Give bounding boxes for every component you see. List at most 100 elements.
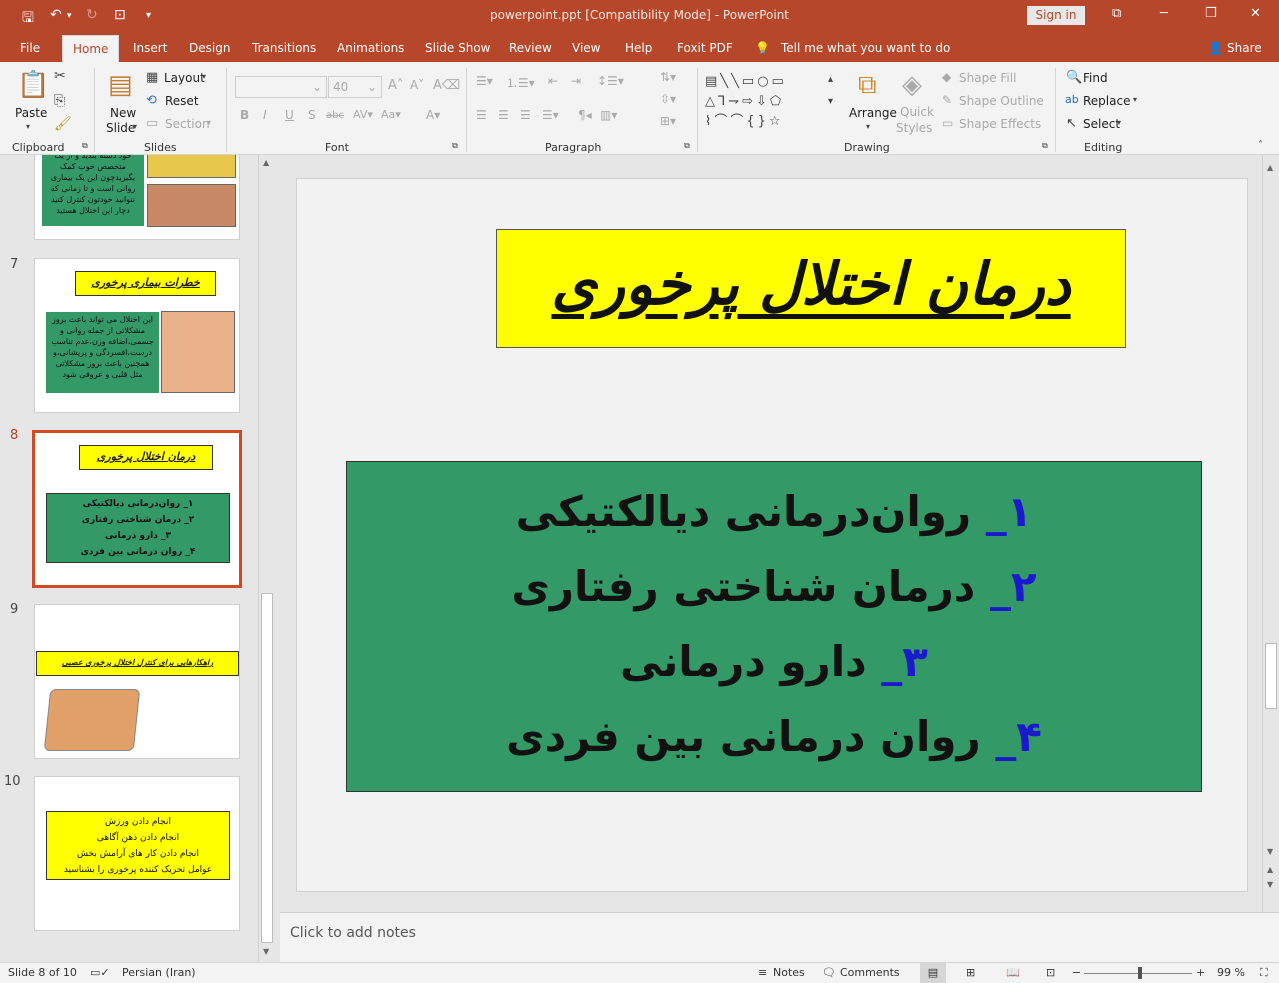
ribbon-display-options-icon[interactable]: ⧉ — [1112, 6, 1121, 21]
reset-button[interactable]: Reset — [165, 94, 199, 108]
scrollbar-thumb[interactable] — [1265, 643, 1277, 709]
shapes-gallery[interactable]: ▤╲╲▭○▭ △⅂⇁⇨⇩⬠ ⌇⌒⌒{}☆ — [705, 72, 845, 134]
thumbnail-list-item: ۲_ درمان شناختی رفتاری — [81, 515, 195, 525]
replace-button[interactable]: Replace — [1083, 94, 1130, 108]
sign-in-button[interactable]: Sign in — [1027, 6, 1085, 25]
tab-slide-show[interactable]: Slide Show — [425, 41, 490, 55]
drawing-launcher-icon[interactable]: ⧉ — [1042, 141, 1048, 151]
layout-button[interactable]: Layout — [164, 71, 205, 85]
fit-to-window-icon[interactable]: ⛶ — [1260, 966, 1268, 980]
font-size-select[interactable]: 40 ⌄ — [328, 76, 382, 98]
language-indicator[interactable]: Persian (Iran) — [122, 966, 196, 979]
tab-animations[interactable]: Animations — [337, 41, 404, 55]
slide-title-box[interactable]: درمان اختلال پرخوری — [496, 229, 1126, 348]
slide-thumbnail-9[interactable]: راهکارهایی برای کنترل اختلال پرخوری عصبی — [34, 604, 240, 759]
slide-thumbnail-7[interactable]: خطرات بیماری پرخوری این اختلال می تواند … — [34, 258, 240, 413]
clipboard-launcher-icon[interactable]: ⧉ — [82, 141, 88, 151]
zoom-level[interactable]: 99 % — [1217, 966, 1245, 979]
reset-icon[interactable]: ⟲ — [146, 93, 157, 108]
tab-insert[interactable]: Insert — [133, 41, 167, 55]
thumbnail-scrollbar[interactable]: ▲ ▼ — [258, 155, 275, 961]
layout-dropdown-icon[interactable]: ▾ — [202, 72, 206, 81]
replace-icon[interactable]: ab — [1065, 93, 1079, 106]
font-family-select[interactable]: ⌄ — [235, 76, 327, 98]
tab-help[interactable]: Help — [625, 41, 652, 55]
tab-foxit-pdf[interactable]: Foxit PDF — [677, 41, 733, 55]
scroll-down-icon[interactable]: ▼ — [263, 947, 269, 956]
slide-content-box[interactable]: ۱_ روان‌درمانی دیالکتیکی ۲_ درمان شناختی… — [346, 461, 1202, 792]
share-icon[interactable]: 👤 — [1208, 41, 1223, 55]
slide-thumbnail-8[interactable]: درمان اختلال پرخوری ۱_ روان‌درمانی دیالک… — [32, 430, 242, 588]
normal-view-icon[interactable]: ▤ — [920, 963, 946, 983]
tab-file[interactable]: File — [20, 41, 40, 55]
chevron-down-icon: ⌄ — [366, 80, 377, 94]
slideshow-icon[interactable]: ⊡ — [1046, 966, 1055, 979]
close-icon[interactable]: ✕ — [1250, 6, 1261, 21]
scroll-down-icon[interactable]: ▼ — [1267, 847, 1273, 856]
slide-thumbnail-10[interactable]: انجام دادن ورزش انجام دادن ذهن آگاهی انج… — [34, 776, 240, 931]
previous-slide-icon[interactable]: ▲ — [1267, 865, 1273, 874]
share-button[interactable]: Share — [1227, 41, 1262, 55]
format-painter-icon[interactable]: 🖌 — [54, 116, 72, 132]
zoom-out-icon[interactable]: − — [1072, 966, 1081, 979]
select-icon[interactable]: ↖ — [1066, 116, 1077, 131]
align-text-icon: ⇳▾ — [660, 92, 677, 106]
shapes-scroll-down-icon[interactable]: ▾ — [828, 96, 833, 107]
restore-icon[interactable]: ❐ — [1205, 6, 1217, 21]
notes-button[interactable]: Notes — [773, 966, 805, 979]
scroll-up-icon[interactable]: ▲ — [1267, 163, 1273, 172]
quick-styles-label-2: Styles — [896, 121, 933, 135]
scrollbar-thumb[interactable] — [261, 593, 273, 943]
find-icon[interactable]: 🔍 — [1066, 70, 1082, 85]
paste-button[interactable]: Paste — [15, 106, 47, 120]
arrange-dropdown-icon[interactable]: ▾ — [866, 122, 870, 131]
paragraph-launcher-icon[interactable]: ⧉ — [684, 141, 690, 151]
copy-icon[interactable]: ⎘ — [54, 93, 65, 109]
editor-scrollbar[interactable]: ▲ ▼ ▲ ▼ — [1262, 155, 1279, 912]
comments-button[interactable]: Comments — [840, 966, 900, 979]
comments-icon[interactable]: 🗨 — [822, 966, 836, 979]
find-button[interactable]: Find — [1083, 71, 1108, 85]
notes-placeholder[interactable]: Click to add notes — [290, 925, 416, 941]
notes-pane[interactable]: Click to add notes — [280, 912, 1279, 962]
new-slide-label-1[interactable]: New — [110, 106, 136, 120]
select-button[interactable]: Select — [1083, 117, 1120, 131]
replace-dropdown-icon[interactable]: ▾ — [1133, 95, 1137, 104]
tab-design[interactable]: Design — [189, 41, 230, 55]
zoom-in-icon[interactable]: + — [1196, 966, 1205, 979]
collapse-ribbon-icon[interactable]: ˄ — [1258, 140, 1263, 151]
current-slide[interactable]: درمان اختلال پرخوری ۱_ روان‌درمانی دیالک… — [296, 178, 1248, 892]
tab-transitions[interactable]: Transitions — [252, 41, 316, 55]
select-dropdown-icon[interactable]: ▾ — [1117, 118, 1121, 127]
new-slide-label-2[interactable]: Slide — [106, 121, 135, 135]
tell-me-search[interactable]: Tell me what you want to do — [781, 41, 950, 55]
new-slide-icon[interactable]: ▤ — [108, 70, 133, 100]
zoom-slider-thumb[interactable] — [1138, 967, 1142, 979]
tab-home[interactable]: Home — [62, 35, 120, 62]
tab-view[interactable]: View — [572, 41, 600, 55]
change-case-icon: Aa▾ — [381, 108, 401, 121]
divider — [94, 68, 95, 152]
shapes-scroll-up-icon[interactable]: ▴ — [828, 74, 833, 85]
arrange-icon[interactable]: ⧉ — [858, 70, 877, 101]
font-launcher-icon[interactable]: ⧉ — [452, 141, 458, 151]
paste-icon[interactable]: 📋 — [17, 70, 49, 100]
minimize-icon[interactable]: ─ — [1160, 6, 1168, 21]
spelling-icon[interactable]: ▭✓ — [90, 966, 110, 979]
scroll-up-icon[interactable]: ▲ — [263, 158, 269, 167]
next-slide-icon[interactable]: ▼ — [1267, 880, 1273, 889]
new-slide-dropdown-icon[interactable]: ▾ — [133, 122, 137, 131]
layout-icon[interactable]: ▦ — [146, 70, 158, 85]
shadow-icon: S — [308, 108, 316, 122]
cut-icon[interactable]: ✂ — [54, 68, 66, 84]
group-clipboard-label: Clipboard — [12, 141, 65, 154]
bold-icon: B — [240, 108, 250, 122]
arrange-button[interactable]: Arrange — [849, 106, 897, 120]
reading-view-icon[interactable]: 📖 — [1006, 966, 1020, 979]
slide-thumbnail-6[interactable]: خود دسته بندید و از یک متخصص خوب کمک بگی… — [34, 155, 240, 240]
notes-icon[interactable]: ≡ — [758, 966, 767, 979]
list-item-text: روان درمانی بین فردی — [506, 712, 996, 761]
tab-review[interactable]: Review — [509, 41, 552, 55]
slide-sorter-icon[interactable]: ⊞ — [966, 966, 975, 979]
paste-dropdown-icon[interactable]: ▾ — [26, 122, 30, 131]
